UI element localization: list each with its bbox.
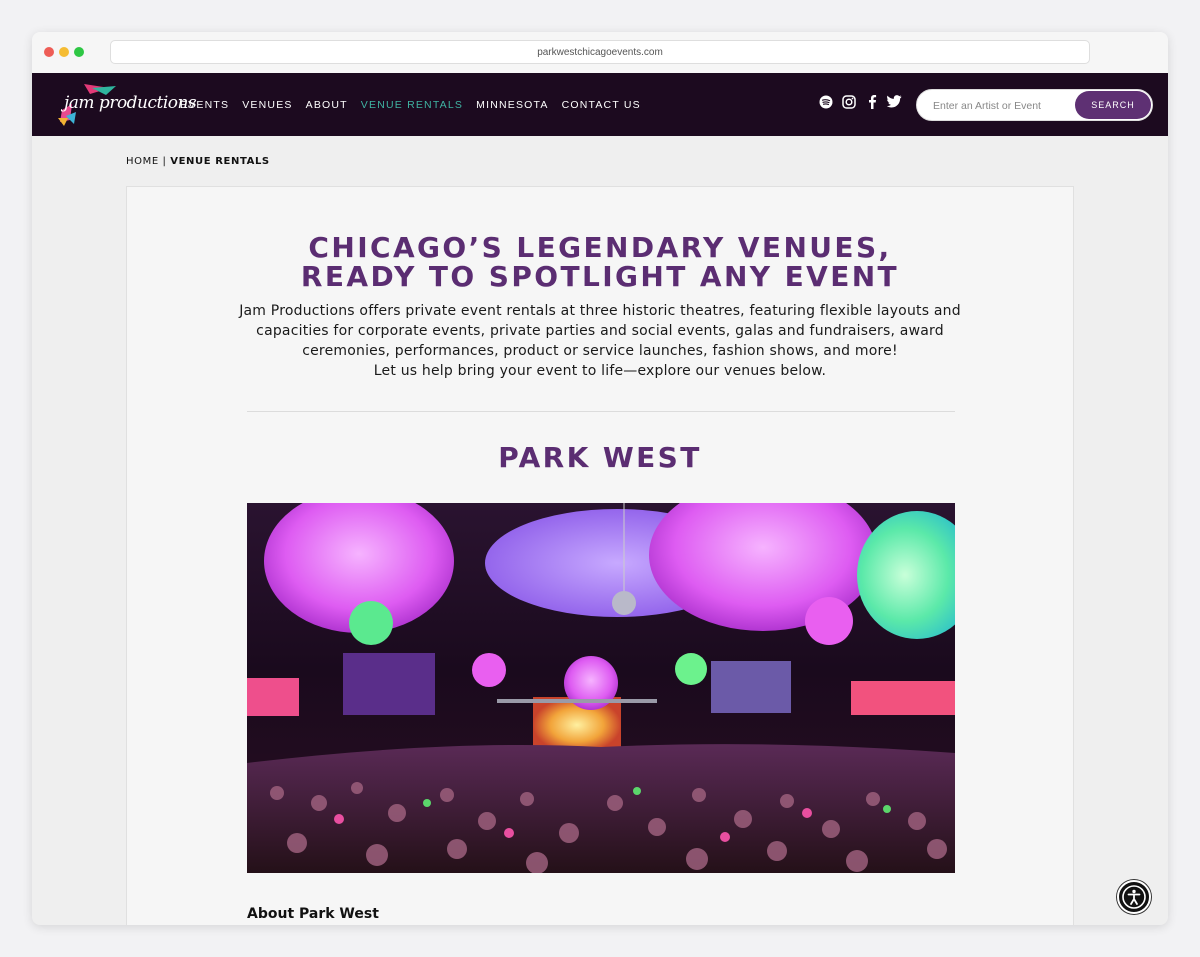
social-links <box>818 94 902 109</box>
search-box: SEARCH <box>916 89 1153 121</box>
divider <box>247 411 955 412</box>
browser-chrome: parkwestchicagoevents.com <box>32 32 1168 73</box>
intro-cta: Let us help bring your event to life—exp… <box>373 363 827 379</box>
event-crowd-image <box>247 503 955 873</box>
twitter-icon[interactable] <box>887 94 902 109</box>
accessibility-icon <box>1122 885 1146 909</box>
venue-title: PARK WEST <box>498 441 702 474</box>
about-heading: About Park West <box>247 906 379 922</box>
page-title: CHICAGO’S LEGENDARY VENUES, READY TO SPO… <box>127 233 1073 291</box>
nav-item-venues[interactable]: VENUES <box>242 99 292 111</box>
nav-item-minnesota[interactable]: MINNESOTA <box>476 99 548 111</box>
breadcrumb-current: VENUE RENTALS <box>170 156 270 167</box>
intro-paragraph: Jam Productions offers private event ren… <box>239 303 961 359</box>
nav-item-contact-us[interactable]: CONTACT US <box>562 99 641 111</box>
close-window-button[interactable] <box>44 47 54 57</box>
venue-photo <box>247 503 955 873</box>
logo-text: jam productions <box>64 93 197 113</box>
site-header: jam productions EVENTS VENUES ABOUT VENU… <box>32 73 1168 136</box>
page-title-line-2: READY TO SPOTLIGHT ANY EVENT <box>300 260 900 293</box>
breadcrumb: HOME | VENUE RENTALS <box>126 156 270 167</box>
accessibility-button[interactable] <box>1117 880 1151 914</box>
facebook-icon[interactable] <box>864 94 879 109</box>
maximize-window-button[interactable] <box>74 47 84 57</box>
breadcrumb-home[interactable]: HOME <box>126 156 159 167</box>
instagram-icon[interactable] <box>841 94 856 109</box>
nav-item-about[interactable]: ABOUT <box>306 99 348 111</box>
main-menu: EVENTS VENUES ABOUT VENUE RENTALS MINNES… <box>180 73 641 136</box>
browser-window: parkwestchicagoevents.com jam production… <box>32 32 1168 925</box>
nav-item-venue-rentals[interactable]: VENUE RENTALS <box>361 99 463 111</box>
search-input[interactable] <box>933 97 1073 115</box>
minimize-window-button[interactable] <box>59 47 69 57</box>
intro-text: Jam Productions offers private event ren… <box>237 301 963 381</box>
content-card: CHICAGO’S LEGENDARY VENUES, READY TO SPO… <box>126 186 1074 925</box>
breadcrumb-separator: | <box>158 156 171 167</box>
spotify-icon[interactable] <box>818 94 833 109</box>
search-button[interactable]: SEARCH <box>1075 91 1151 119</box>
address-bar[interactable]: parkwestchicagoevents.com <box>110 40 1090 64</box>
jam-productions-logo[interactable]: jam productions <box>46 82 197 128</box>
nav-item-events[interactable]: EVENTS <box>180 99 229 111</box>
